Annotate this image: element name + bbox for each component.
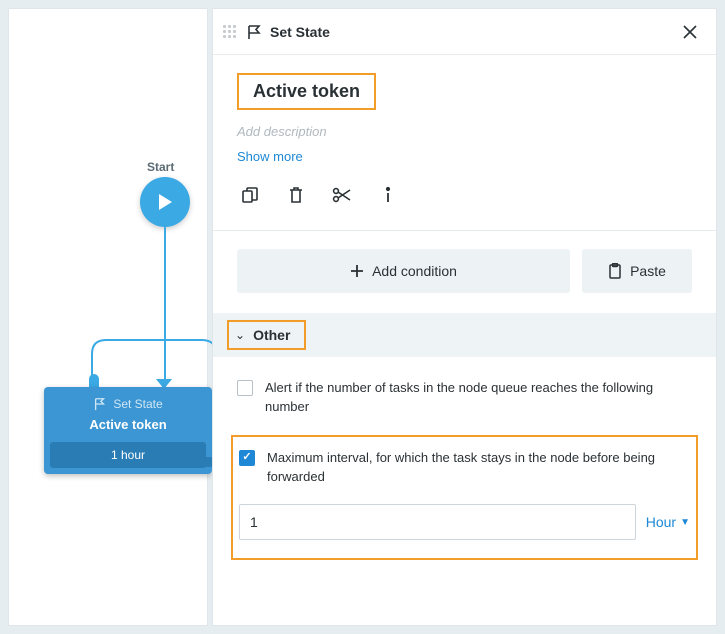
copy-icon xyxy=(241,186,259,204)
info-icon xyxy=(380,186,396,204)
plus-icon xyxy=(350,264,364,278)
node-header: Set State xyxy=(44,387,212,415)
paste-label: Paste xyxy=(630,263,666,279)
interval-checkbox[interactable] xyxy=(239,450,255,466)
node-title: Active token xyxy=(44,415,212,442)
info-button[interactable] xyxy=(375,182,401,208)
interval-highlight: Maximum interval, for which the task sta… xyxy=(231,435,698,561)
node-input-port[interactable] xyxy=(89,374,99,388)
caret-down-icon: ▼ xyxy=(680,517,690,528)
divider xyxy=(213,230,716,231)
interval-unit-label: Hour xyxy=(646,514,676,530)
add-condition-button[interactable]: Add condition xyxy=(237,249,570,293)
delete-button[interactable] xyxy=(283,182,309,208)
flag-icon xyxy=(246,24,262,40)
start-label: Start xyxy=(147,160,174,174)
description-field[interactable]: Add description xyxy=(237,124,692,139)
add-condition-label: Add condition xyxy=(372,263,457,279)
alert-label: Alert if the number of tasks in the node… xyxy=(265,379,692,417)
paste-button[interactable]: Paste xyxy=(582,249,692,293)
alert-checkbox[interactable] xyxy=(237,380,253,396)
panel-header: Set State xyxy=(213,9,716,55)
cut-button[interactable] xyxy=(329,182,355,208)
panel-header-label: Set State xyxy=(270,24,330,40)
set-state-node[interactable]: Set State Active token 1 hour xyxy=(44,387,212,474)
interval-controls: Hour ▼ xyxy=(239,504,690,540)
clipboard-icon xyxy=(608,263,622,279)
interval-label: Maximum interval, for which the task sta… xyxy=(267,449,690,487)
interval-value-input[interactable] xyxy=(239,504,636,540)
flag-icon xyxy=(93,397,107,411)
start-node[interactable] xyxy=(140,177,190,227)
actions-row: Add condition Paste xyxy=(237,249,692,293)
show-more-link[interactable]: Show more xyxy=(237,149,692,164)
toolbar xyxy=(237,182,692,230)
workflow-canvas[interactable]: Start Set State Active token 1 hour xyxy=(8,8,208,626)
node-interval-badge: 1 hour xyxy=(50,442,206,468)
trash-icon xyxy=(287,186,305,204)
node-title-field[interactable]: Active token xyxy=(237,73,376,110)
close-button[interactable] xyxy=(676,18,704,46)
interval-unit-select[interactable]: Hour ▼ xyxy=(646,514,690,530)
option-interval-row: Maximum interval, for which the task sta… xyxy=(239,449,690,487)
drag-handle-icon[interactable] xyxy=(223,25,236,38)
copy-button[interactable] xyxy=(237,182,263,208)
scissors-icon xyxy=(332,186,352,204)
section-other-label: Other xyxy=(253,327,290,343)
play-icon xyxy=(156,192,174,212)
node-type-label: Set State xyxy=(113,397,162,411)
close-icon xyxy=(682,24,698,40)
section-other-header[interactable]: ⌄ Other xyxy=(213,313,716,357)
properties-panel: Set State Active token Add description S… xyxy=(212,8,717,626)
panel-body: Active token Add description Show more A… xyxy=(213,55,716,560)
option-alert-row: Alert if the number of tasks in the node… xyxy=(237,379,692,417)
chevron-down-icon: ⌄ xyxy=(235,328,245,342)
